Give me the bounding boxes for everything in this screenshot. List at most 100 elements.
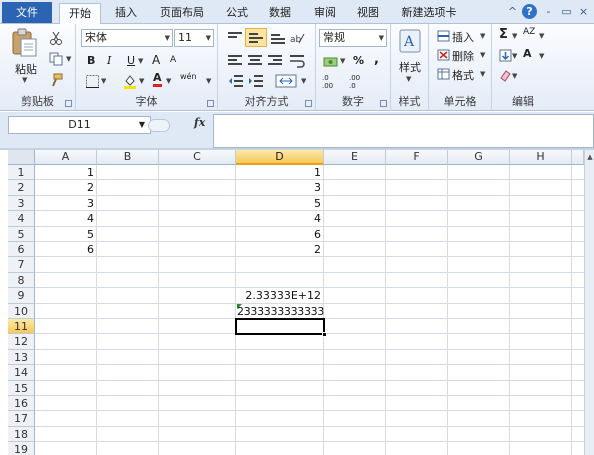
fill-icon[interactable] — [498, 48, 512, 62]
alignment-launcher-icon[interactable] — [305, 100, 312, 107]
italic-button[interactable]: I — [107, 54, 111, 67]
insert-cells-button[interactable]: 插入 — [452, 29, 474, 45]
paste-dropdown-icon[interactable]: ▼ — [22, 76, 27, 84]
format-dropdown-icon[interactable]: ▼ — [480, 70, 485, 78]
format-cells-button[interactable]: 格式 — [452, 67, 474, 83]
sort-dropdown-icon[interactable]: ▼ — [539, 32, 544, 40]
row-header-13[interactable]: 13 — [8, 349, 35, 366]
name-box[interactable]: D11 ▼ — [8, 116, 151, 134]
row-header-16[interactable]: 16 — [8, 396, 35, 412]
bold-button[interactable]: B — [87, 54, 95, 67]
cell-d2[interactable]: 3 — [236, 180, 324, 195]
tab-review[interactable]: 审阅 — [308, 3, 342, 24]
clear-dropdown-icon[interactable]: ▼ — [512, 72, 517, 80]
fill-color-dropdown-icon[interactable]: ▼ — [139, 77, 144, 85]
cell-a4[interactable]: 4 — [35, 211, 97, 226]
column-header-e[interactable]: E — [324, 150, 386, 165]
middle-align-button[interactable] — [245, 28, 267, 47]
row-header-11[interactable]: 11 — [8, 319, 35, 335]
row-header-3[interactable]: 3 — [8, 195, 35, 212]
insert-cells-icon[interactable] — [436, 29, 450, 42]
column-header-partial[interactable] — [572, 150, 584, 165]
tab-page-layout[interactable]: 页面布局 — [153, 3, 211, 24]
select-all-corner[interactable] — [8, 150, 35, 165]
cell-d10[interactable]: 2333333333333 — [237, 304, 337, 319]
column-header-b[interactable]: B — [97, 150, 159, 165]
column-header-h[interactable]: H — [510, 150, 572, 165]
styles-dropdown-icon[interactable]: ▼ — [406, 75, 411, 83]
scroll-up-icon[interactable]: ▲ — [586, 152, 594, 162]
file-tab[interactable]: 文件 — [2, 2, 52, 23]
minimize-icon[interactable]: - — [541, 4, 556, 19]
fill-handle[interactable] — [322, 332, 327, 337]
row-header-8[interactable]: 8 — [8, 272, 35, 289]
align-right-icon[interactable] — [268, 55, 282, 67]
formula-bar-splitter[interactable] — [148, 119, 170, 132]
vertical-scrollbar[interactable]: ▲ — [584, 150, 594, 455]
font-size-select[interactable]: 11 ▼ — [174, 29, 214, 47]
row-header-15[interactable]: 15 — [8, 380, 35, 396]
row-header-18[interactable]: 18 — [8, 426, 35, 443]
autosum-dropdown-icon[interactable]: ▼ — [512, 32, 517, 40]
styles-button[interactable]: 样式 — [399, 59, 421, 75]
row-header-19[interactable]: 19 — [8, 442, 35, 455]
row-header-17[interactable]: 17 — [8, 411, 35, 427]
merge-center-icon[interactable] — [273, 73, 299, 89]
accounting-dropdown-icon[interactable]: ▼ — [340, 57, 345, 65]
cell-d4[interactable]: 4 — [236, 211, 324, 226]
styles-icon[interactable]: A — [398, 28, 422, 54]
insert-function-button[interactable]: fx — [194, 116, 205, 129]
fill-dropdown-icon[interactable]: ▼ — [512, 52, 517, 60]
row-header-9[interactable]: 9 — [8, 288, 35, 304]
insert-dropdown-icon[interactable]: ▼ — [480, 32, 485, 40]
comma-button[interactable]: , — [374, 52, 379, 67]
help-icon[interactable]: ? — [522, 4, 537, 19]
restore-icon[interactable]: ▭ — [559, 4, 574, 19]
format-painter-icon[interactable] — [48, 72, 64, 88]
delete-cells-icon[interactable] — [436, 48, 450, 61]
find-select-button[interactable]: A — [523, 47, 532, 60]
row-header-1[interactable]: 1 — [8, 165, 35, 181]
underline-dropdown-icon[interactable]: ▼ — [138, 57, 143, 65]
copy-icon[interactable] — [48, 51, 64, 67]
row-header-6[interactable]: 6 — [8, 242, 35, 258]
phonetic-dropdown-icon[interactable]: ▼ — [206, 77, 211, 85]
cell-a5[interactable]: 5 — [35, 227, 97, 242]
format-cells-icon[interactable] — [436, 67, 450, 80]
decrease-decimal-button[interactable]: .00 .0 — [349, 74, 369, 90]
cell-d5[interactable]: 6 — [236, 227, 324, 242]
tab-view[interactable]: 视图 — [351, 3, 385, 24]
sort-filter-button[interactable]: AZ — [523, 27, 535, 37]
top-align-icon[interactable] — [228, 32, 242, 44]
borders-icon[interactable] — [84, 74, 100, 88]
grow-font-button[interactable]: A — [152, 53, 160, 67]
tab-new-tab[interactable]: 新建选项卡 — [397, 3, 461, 24]
borders-dropdown-icon[interactable]: ▼ — [101, 77, 106, 85]
font-name-select[interactable]: 宋体 ▼ — [81, 29, 173, 47]
find-dropdown-icon[interactable]: ▼ — [539, 52, 544, 60]
cell-a3[interactable]: 3 — [35, 196, 97, 211]
increase-indent-icon[interactable] — [248, 74, 264, 88]
delete-cells-button[interactable]: 删除 — [452, 48, 474, 64]
cell-d3[interactable]: 5 — [236, 196, 324, 211]
phonetic-button[interactable]: wén — [180, 72, 197, 81]
cell-d9[interactable]: 2.33333E+12 — [236, 288, 324, 303]
formula-input[interactable] — [213, 114, 594, 148]
decrease-indent-icon[interactable] — [228, 74, 244, 88]
number-launcher-icon[interactable] — [380, 100, 387, 107]
clipboard-launcher-icon[interactable] — [65, 100, 72, 107]
font-color-dropdown-icon[interactable]: ▼ — [166, 77, 171, 85]
column-header-d[interactable]: D — [236, 150, 324, 165]
row-header-4[interactable]: 4 — [8, 211, 35, 227]
font-launcher-icon[interactable] — [207, 100, 214, 107]
number-format-select[interactable]: 常规 ▼ — [319, 29, 387, 47]
row-header-2[interactable]: 2 — [8, 180, 35, 196]
column-header-f[interactable]: F — [386, 150, 448, 165]
collapse-ribbon-icon[interactable]: ^ — [505, 4, 520, 19]
align-left-icon[interactable] — [228, 55, 242, 67]
align-center-icon[interactable] — [248, 55, 262, 67]
column-header-g[interactable]: G — [448, 150, 510, 165]
paste-button[interactable] — [8, 27, 40, 59]
clear-icon[interactable] — [498, 68, 512, 82]
active-cell-d11[interactable] — [235, 318, 327, 337]
